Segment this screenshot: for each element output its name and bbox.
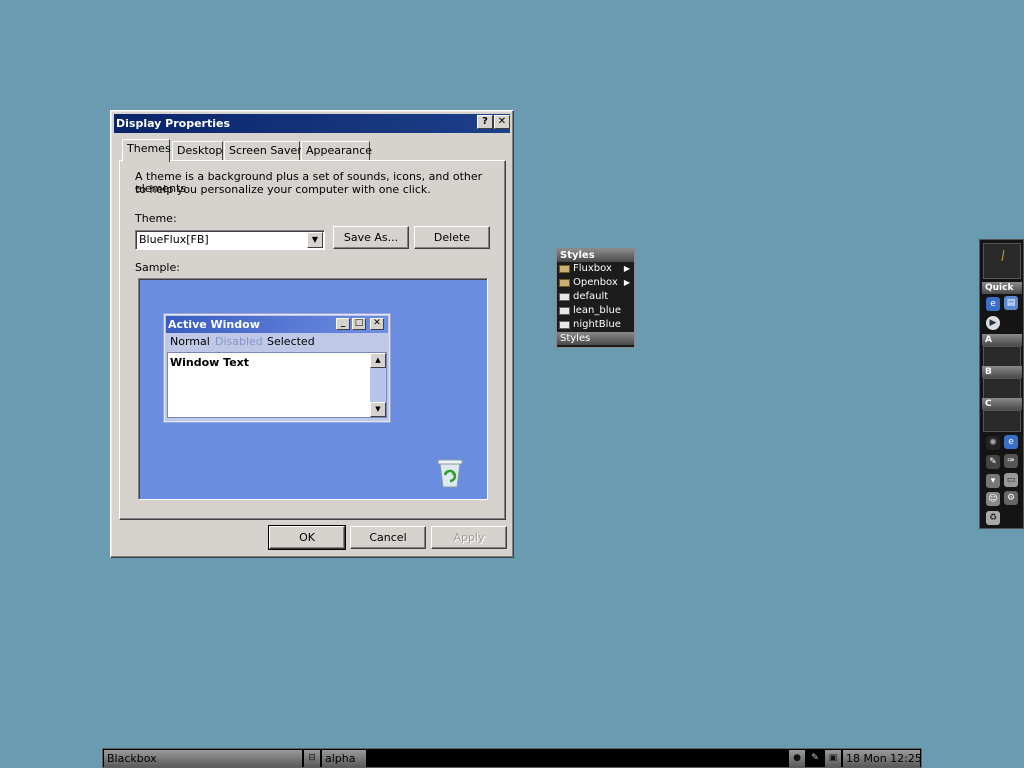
- maximize-icon: □: [352, 318, 366, 330]
- save-as-button[interactable]: Save As...: [333, 226, 409, 249]
- menu-item-label: Fluxbox: [573, 263, 612, 274]
- style-file-icon: [559, 307, 570, 315]
- dialog-title: Display Properties: [116, 117, 231, 130]
- explorer-icon[interactable]: ▤: [1004, 296, 1018, 310]
- theme-select-value: BlueFlux[FB]: [139, 233, 209, 246]
- help-button[interactable]: ?: [477, 115, 493, 129]
- theme-label: Theme:: [135, 212, 177, 225]
- dock-slot-b[interactable]: [983, 378, 1021, 400]
- media-player-icon[interactable]: ▶: [986, 316, 1000, 330]
- submenu-arrow-icon: ▶: [623, 278, 630, 287]
- paint-icon[interactable]: ✑: [1004, 454, 1018, 468]
- sample-scrollbar: ▲ ▼: [370, 353, 386, 417]
- description-line-2: to help you personalize your computer wi…: [135, 183, 431, 196]
- printer-icon[interactable]: ▭: [1004, 473, 1018, 487]
- taskbar: Blackbox ⊟ alpha ● ✎ ▣ 18 Mon 12:25: [102, 748, 922, 768]
- sample-window-title-bar: Active Window _ □ ✕: [166, 316, 388, 333]
- dock-section-a: A: [982, 334, 1022, 346]
- taskbar-window-alpha[interactable]: alpha: [322, 750, 366, 767]
- menu-item-label: Openbox: [573, 277, 618, 288]
- style-file-icon: [559, 321, 570, 329]
- browser-icon-2[interactable]: e: [1004, 435, 1018, 449]
- tray-dot-icon[interactable]: ●: [789, 750, 805, 767]
- dock-slot-a[interactable]: [983, 346, 1021, 368]
- chevron-down-icon[interactable]: ▼: [307, 232, 323, 248]
- close-icon: ✕: [370, 318, 384, 330]
- workspace-label[interactable]: Blackbox: [104, 750, 302, 767]
- taskbar-clock: 18 Mon 12:25: [843, 750, 922, 767]
- slit-dock: Quick e ▤ ▶ A B C ✺ e ✎ ✑ ▾ ▭ ☺ ⚙ ♻: [979, 239, 1024, 529]
- display-properties-dialog: Display Properties ? ✕ Themes Desktop Sc…: [110, 110, 514, 558]
- sample-active-window: Active Window _ □ ✕ Normal Disabled Sele…: [163, 313, 391, 423]
- user-icon[interactable]: ☺: [986, 492, 1000, 506]
- theme-sample-preview: Active Window _ □ ✕ Normal Disabled Sele…: [138, 278, 488, 500]
- menu-item-label: default: [573, 291, 609, 302]
- dock-section-c: C: [982, 398, 1022, 410]
- delete-button[interactable]: Delete: [414, 226, 490, 249]
- dock-slot-c[interactable]: [983, 410, 1021, 432]
- dock-section-b: B: [982, 366, 1022, 378]
- tab-themes[interactable]: Themes: [122, 139, 171, 162]
- menu-item-fluxbox[interactable]: Fluxbox ▶: [557, 262, 634, 276]
- dialog-title-bar[interactable]: Display Properties: [114, 114, 510, 133]
- sample-label: Sample:: [135, 261, 180, 274]
- menu-item-label: lean_blue: [573, 305, 622, 316]
- sample-window-text: Window Text: [170, 356, 250, 369]
- tray-window-icon[interactable]: ▣: [825, 750, 841, 767]
- tab-appearance[interactable]: Appearance: [301, 141, 372, 161]
- sample-menu-disabled: Disabled: [215, 335, 263, 348]
- menu-item-openbox[interactable]: Openbox ▶: [557, 276, 634, 290]
- theme-select[interactable]: BlueFlux[FB] ▼: [135, 230, 325, 250]
- sample-window-title: Active Window: [168, 318, 260, 331]
- network-icon[interactable]: ⚙: [1004, 491, 1018, 505]
- window-icon: ⊟: [304, 750, 320, 767]
- trash-icon[interactable]: ▾: [986, 474, 1000, 488]
- apply-button[interactable]: Apply: [431, 526, 507, 549]
- menu-item-nightblue[interactable]: nightBlue: [557, 318, 634, 332]
- ok-button[interactable]: OK: [268, 525, 346, 550]
- scroll-track: [370, 368, 386, 402]
- sample-menu-normal: Normal: [170, 335, 210, 348]
- submenu-arrow-icon: ▶: [623, 264, 630, 273]
- tray-app-icon[interactable]: ✎: [807, 750, 823, 767]
- sparkle-icon[interactable]: ✺: [986, 436, 1000, 450]
- tab-screen-saver[interactable]: Screen Saver: [224, 141, 302, 161]
- recycle-icon[interactable]: ♻: [986, 511, 1000, 525]
- clock-dockapp[interactable]: [983, 243, 1021, 279]
- recycle-bin-icon[interactable]: [435, 457, 465, 489]
- styles-menu: Styles Fluxbox ▶ Openbox ▶ default lean_…: [556, 248, 635, 348]
- minimize-icon: _: [336, 318, 350, 330]
- tab-desktop[interactable]: Desktop: [172, 141, 223, 161]
- scroll-up-icon: ▲: [370, 353, 386, 368]
- sample-menu-selected: Selected: [267, 335, 315, 348]
- styles-menu-footer: Styles: [557, 332, 634, 345]
- scroll-down-icon: ▼: [370, 402, 386, 417]
- menu-item-label: nightBlue: [573, 319, 621, 330]
- close-button[interactable]: ✕: [494, 115, 510, 129]
- sample-text-area: Window Text ▲ ▼: [167, 352, 387, 418]
- folder-icon: [559, 265, 570, 273]
- image-icon[interactable]: ✎: [986, 455, 1000, 469]
- cancel-button[interactable]: Cancel: [350, 526, 426, 549]
- style-file-icon: [559, 293, 570, 301]
- menu-item-default[interactable]: default: [557, 290, 634, 304]
- quick-launch-header: Quick: [982, 282, 1022, 294]
- menu-item-lean-blue[interactable]: lean_blue: [557, 304, 634, 318]
- styles-menu-title: Styles: [557, 249, 634, 262]
- folder-icon: [559, 279, 570, 287]
- browser-icon[interactable]: e: [986, 297, 1000, 311]
- analog-clock-icon: [1001, 249, 1005, 262]
